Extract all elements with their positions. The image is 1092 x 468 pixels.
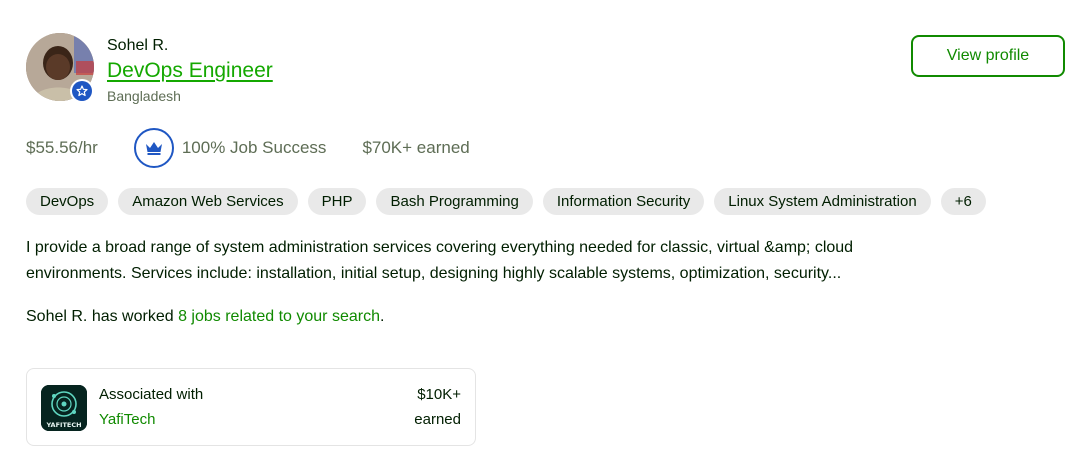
freelancer-location: Bangladesh: [107, 88, 181, 104]
skill-chip[interactable]: Linux System Administration: [714, 188, 931, 215]
agency-logo-graphic: YAFITECH: [41, 385, 87, 431]
agency-earned-label: earned: [414, 411, 461, 428]
skills-list: DevOps Amazon Web Services PHP Bash Prog…: [26, 188, 986, 215]
skill-chip[interactable]: PHP: [307, 188, 367, 215]
agency-name-link[interactable]: YafiTech: [99, 411, 155, 428]
avatar-container[interactable]: [26, 33, 94, 103]
skill-chip[interactable]: Bash Programming: [376, 188, 533, 215]
related-jobs-text: Sohel R. has worked 8 jobs related to yo…: [26, 308, 384, 326]
stats-row: $55.56/hr 100% Job Success $70K+ earned: [26, 126, 470, 170]
description-line: environments. Services include: installa…: [26, 265, 842, 282]
agency-logo: YAFITECH: [41, 385, 87, 431]
freelancer-name: Sohel R.: [107, 37, 169, 54]
freelancer-title-link[interactable]: DevOps Engineer: [107, 59, 273, 83]
skill-chip[interactable]: DevOps: [26, 188, 109, 215]
view-profile-button[interactable]: View profile: [911, 35, 1065, 77]
profile-description: I provide a broad range of system admini…: [26, 235, 1026, 287]
skill-chip[interactable]: Amazon Web Services: [118, 188, 298, 215]
crown-icon: [145, 142, 162, 155]
related-jobs-link[interactable]: 8 jobs related to your search: [178, 308, 380, 325]
hourly-rate: $55.56/hr: [26, 138, 98, 157]
crown-badge-icon[interactable]: [133, 128, 174, 168]
related-jobs-suffix: .: [379, 308, 385, 325]
associated-with-label: Associated with: [99, 386, 204, 403]
agency-earned-amount: $10K+: [417, 386, 461, 403]
skill-chip[interactable]: Information Security: [542, 188, 705, 215]
job-success-score: 100% Job Success: [181, 138, 327, 157]
star-icon: [76, 85, 88, 97]
agency-card: YAFITECH Associated with YafiTech $10K+ …: [26, 368, 476, 446]
agency-logo-text: YAFITECH: [45, 421, 81, 429]
more-skills-chip[interactable]: +6: [940, 188, 986, 215]
verified-badge-icon: [70, 79, 94, 103]
description-line: I provide a broad range of system admini…: [26, 239, 854, 256]
related-jobs-prefix: Sohel R. has worked: [26, 308, 179, 325]
freelancer-card: Sohel R. DevOps Engineer Bangladesh View…: [0, 0, 1092, 468]
total-earned: $70K+ earned: [362, 138, 470, 157]
